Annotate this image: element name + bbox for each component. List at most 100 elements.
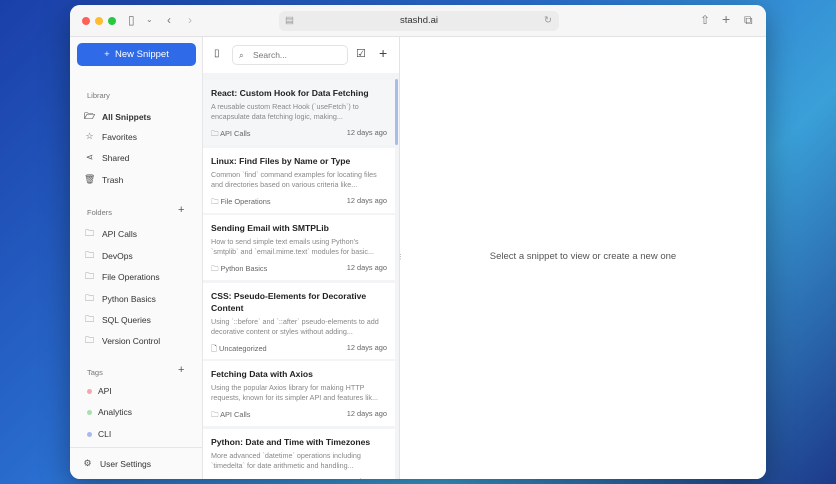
sidebar: + New Snippet Library 🗁 All Snippets ☆ Fav…: [70, 37, 203, 479]
sidebar-tag[interactable]: API: [84, 386, 112, 396]
search-placeholder: Search...: [253, 50, 288, 60]
label: API: [98, 386, 112, 396]
snippet-title: Python: Date and Time with Timezones: [211, 437, 371, 447]
reload-icon[interactable]: ↻: [544, 11, 552, 31]
folder-icon: 🗀: [84, 250, 94, 260]
add-folder-button[interactable]: +: [178, 204, 184, 216]
resize-handle[interactable]: ⋮: [397, 253, 404, 261]
url-text: stashd.ai: [399, 15, 439, 26]
scrollbar[interactable]: [395, 79, 398, 145]
folder-icon: 🗀: [211, 129, 219, 138]
sidebar-folder[interactable]: 🗀 Python Basics: [84, 291, 156, 307]
tag-dot-icon: [87, 388, 92, 394]
sidebar-item-trash[interactable]: 🗑 Trash: [84, 174, 123, 185]
close-button[interactable]: [82, 17, 90, 25]
label: DevOps: [102, 251, 133, 261]
add-tag-button[interactable]: +: [178, 364, 184, 376]
sidebar-tag[interactable]: Analytics: [84, 407, 132, 417]
sidebar-item-favorites[interactable]: ☆ Favorites: [84, 131, 137, 142]
browser-toolbar: ▯ ⌄ ‹ › stashd.ai ▤ ↻ ⇧ + ⧉: [70, 5, 766, 37]
new-tab-icon[interactable]: +: [722, 11, 730, 27]
share-icon[interactable]: ⇧: [700, 13, 710, 27]
folder-icon: 🗀: [211, 264, 219, 273]
snippet-description: How to send simple text emails using Pyt…: [211, 237, 374, 256]
address-bar[interactable]: stashd.ai ▤ ↻: [279, 11, 559, 31]
sidebar-tag[interactable]: CLI: [84, 429, 111, 439]
snippet-title: Fetching Data with Axios: [211, 369, 313, 379]
snippet-description: Using the popular Axios library for maki…: [211, 383, 378, 402]
snippet-time: 12 days ago: [346, 263, 387, 272]
search-input[interactable]: ⌕ Search...: [232, 45, 348, 65]
chevron-down-icon[interactable]: ⌄: [146, 15, 153, 24]
folder-icon: 🗀: [211, 478, 218, 479]
snippet-card[interactable]: Python: Date and Time with Timezones Mor…: [203, 429, 395, 479]
select-mode-icon[interactable]: ☑: [356, 47, 366, 60]
folder-open-icon: 🗁: [84, 111, 96, 121]
snippet-time: 12 days ago: [346, 343, 387, 352]
label: Python Basics: [102, 294, 156, 304]
snippet-card[interactable]: CSS: Pseudo-Elements for Decorative Cont…: [203, 283, 395, 359]
snippet-card[interactable]: Fetching Data with Axios Using the popul…: [203, 361, 395, 426]
gear-icon: ⚙: [83, 458, 92, 468]
forward-icon[interactable]: ›: [188, 13, 192, 27]
snippet-description: More advanced `datetime` operations incl…: [211, 451, 361, 470]
star-icon: ☆: [85, 131, 94, 141]
new-snippet-label: New Snippet: [114, 49, 169, 60]
label: SQL Queries: [102, 315, 151, 325]
snippet-title: React: Custom Hook for Data Fetching: [211, 88, 369, 98]
snippet-title: CSS: Pseudo-Elements for Decorative Cont…: [211, 291, 367, 313]
share-icon: ⋖: [85, 152, 94, 162]
label: User Settings: [100, 458, 152, 469]
folder-icon: 🗀: [84, 271, 94, 281]
add-snippet-button[interactable]: +: [379, 45, 387, 61]
snippet-time: 12 days ago: [346, 128, 387, 137]
panel-toggle-icon[interactable]: ▯: [214, 48, 220, 59]
sidebar-folder[interactable]: 🗀 DevOps: [84, 248, 133, 264]
snippet-title: Linux: Find Files by Name or Type: [211, 156, 351, 166]
library-heading: Library: [87, 91, 110, 100]
snippet-card[interactable]: React: Custom Hook for Data Fetching A r…: [203, 80, 395, 145]
snippet-folder: Python Basics: [220, 478, 267, 479]
user-settings-button[interactable]: ⚙ User Settings: [82, 458, 151, 469]
snippet-title: Sending Email with SMTPLib: [211, 223, 329, 233]
snippet-description: Using `::before` and `::after` pseudo-el…: [211, 317, 379, 336]
list-header: ▯ ⌕ Search... ☑ +: [203, 37, 399, 73]
label: CLI: [98, 429, 112, 439]
sidebar-item-shared[interactable]: ⋖ Shared: [84, 152, 130, 163]
folders-heading: Folders: [87, 208, 113, 217]
snippet-folder: API Calls: [220, 410, 251, 419]
folder-icon: 🗀: [84, 293, 94, 303]
search-icon: ⌕: [239, 50, 244, 60]
label: API Calls: [102, 229, 137, 239]
sidebar-item-all-snippets[interactable]: 🗁 All Snippets: [84, 109, 151, 125]
label: Shared: [102, 152, 130, 163]
label: Analytics: [98, 407, 133, 417]
snippet-list: ▯ ⌕ Search... ☑ + React: Custom Hook for …: [203, 37, 400, 479]
snippet-folder: Python Basics: [220, 264, 268, 273]
browser-window: ▯ ⌄ ‹ › stashd.ai ▤ ↻ ⇧ + ⧉ + New Snippet …: [70, 5, 766, 479]
snippet-folder: Uncategorized: [219, 344, 267, 353]
snippet-folder: API Calls: [220, 129, 251, 138]
tag-dot-icon: [87, 431, 92, 437]
tabs-overview-icon[interactable]: ⧉: [744, 13, 753, 28]
label: Trash: [102, 174, 124, 185]
sidebar-folder[interactable]: 🗀 SQL Queries: [84, 312, 151, 328]
snippet-time: 12 days ago: [347, 477, 387, 479]
sidebar-toggle-icon[interactable]: ▯: [128, 13, 135, 27]
snippet-card[interactable]: Sending Email with SMTPLib How to send s…: [203, 215, 395, 280]
divider: [70, 447, 202, 448]
sidebar-folder[interactable]: 🗀 Version Control: [84, 333, 160, 349]
folder-icon: 🗀: [211, 197, 219, 206]
folder-icon: 🗀: [84, 314, 94, 324]
label: Version Control: [102, 336, 161, 346]
trash-icon: 🗑: [84, 174, 96, 184]
zoom-button[interactable]: [108, 17, 116, 25]
snippet-card[interactable]: Linux: Find Files by Name or Type Common…: [203, 148, 395, 213]
snippet-time: 12 days ago: [346, 196, 387, 205]
minimize-button[interactable]: [95, 17, 103, 25]
back-icon[interactable]: ‹: [167, 13, 171, 27]
new-snippet-button[interactable]: + New Snippet: [77, 43, 196, 66]
sidebar-folder[interactable]: 🗀 File Operations: [84, 269, 160, 285]
snippet-folder: File Operations: [220, 197, 271, 206]
sidebar-folder[interactable]: 🗀 API Calls: [84, 226, 137, 242]
